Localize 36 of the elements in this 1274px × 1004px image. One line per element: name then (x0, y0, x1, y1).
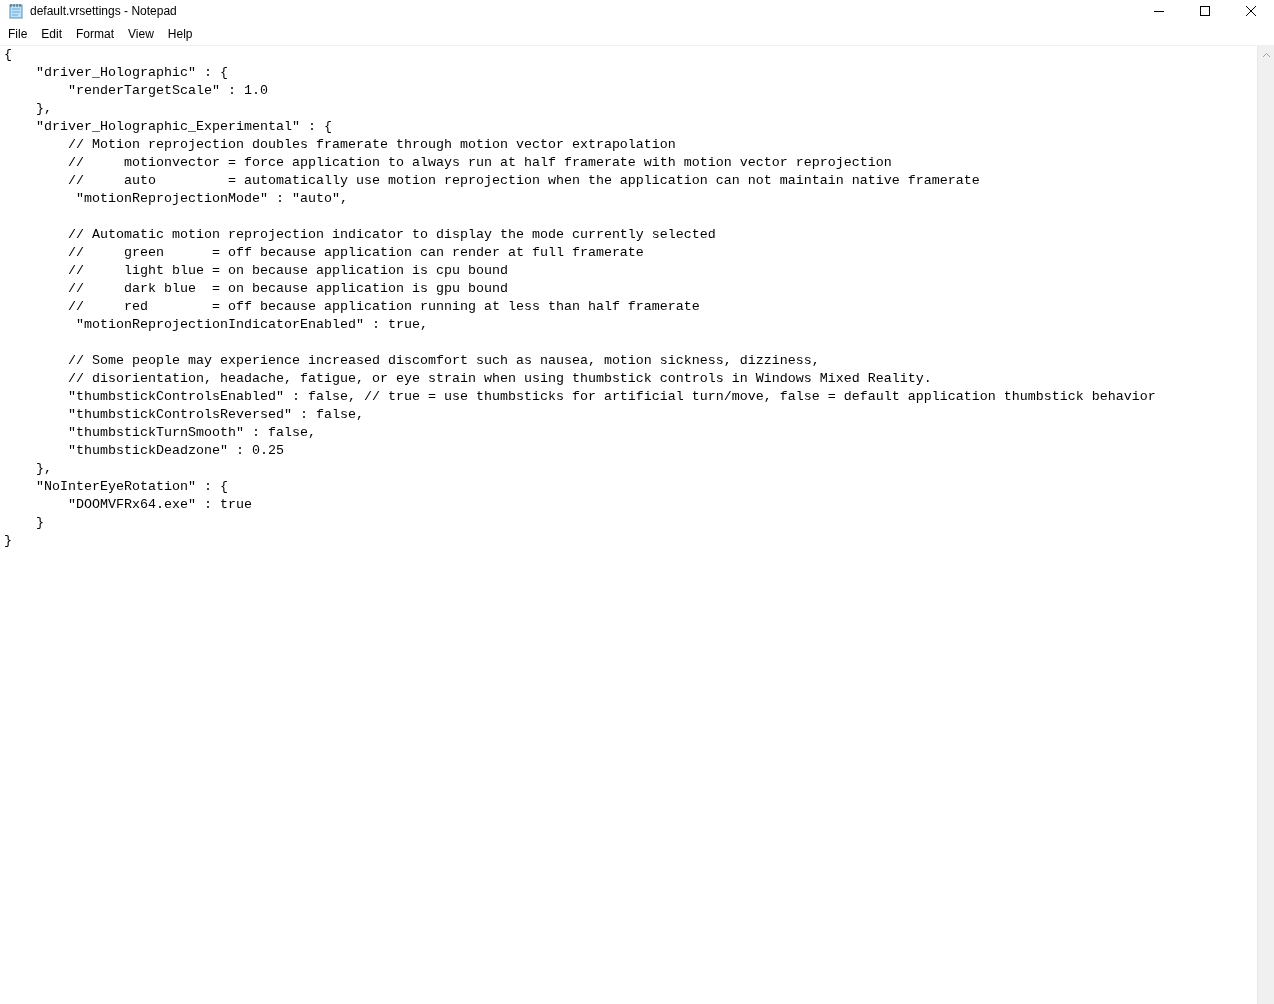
code-line: // motionvector = force application to always run at half framerate with motion vector reprojection (68, 155, 892, 170)
code-line: // Motion reprojection doubles framerate through motion vector extrapolation (68, 137, 676, 152)
menu-item[interactable]: View (124, 21, 159, 46)
code-line: "DOOMVFRx64.exe" : true (68, 497, 252, 512)
code-line: { (4, 47, 12, 62)
code-line: // Some people may experience increased discomfort such as nausea, motion sickness, dizziness, (68, 353, 820, 368)
code-line: // auto = automatically use motion reprojection when the application can not maintain native framerate (68, 173, 980, 188)
code-line: "thumbstickControlsReversed" : false, (68, 407, 364, 422)
code-line: "thumbstickDeadzone" : 0.25 (68, 443, 284, 458)
code-line: "thumbstickControlsEnabled" : false, // true = use thumbsticks for artificial turn/move, false = default application thumbstick behavior (68, 389, 1156, 404)
code-line: "motionReprojectionMode" : "auto", (76, 191, 348, 206)
code-line: // light blue = on because application is cpu bound (68, 263, 508, 278)
code-line: }, (36, 101, 52, 116)
menu-item[interactable]: File (4, 21, 33, 46)
code-line: } (4, 533, 12, 548)
code-line: }, (36, 461, 52, 476)
maximize-icon (1199, 5, 1211, 17)
code-line: "thumbstickTurnSmooth" : false, (68, 425, 316, 440)
code-line: // red = off because application running at less than half framerate (68, 299, 700, 314)
code-line: "motionReprojectionIndicatorEnabled" : true, (76, 317, 428, 332)
code-line: // Automatic motion reprojection indicator to display the mode currently selected (68, 227, 716, 242)
menu-item[interactable]: Edit (37, 21, 68, 46)
code-line: "driver_Holographic" : { (36, 65, 228, 80)
scroll-bar[interactable] (1257, 46, 1274, 1004)
code-line: "NoInterEyeRotation" : { (36, 479, 228, 494)
menu-item[interactable]: Format (72, 21, 120, 46)
code-line: "renderTargetScale" : 1.0 (68, 83, 268, 98)
close-icon (1245, 5, 1257, 17)
code-line: } (36, 515, 44, 530)
window-title: default.vrsettings - Notepad (30, 3, 177, 20)
code-line: "driver_Holographic_Experimental" : { (36, 119, 332, 134)
code-line: // disorientation, headache, fatigue, or eye strain when using thumbstick controls in Windows Mixed Reality. (68, 371, 932, 386)
code-line: // dark blue = on because application is gpu bound (68, 281, 508, 296)
notepad-icon (8, 3, 24, 19)
code-line: // green = off because application can render at full framerate (68, 245, 644, 260)
menu-item[interactable]: Help (163, 21, 198, 46)
